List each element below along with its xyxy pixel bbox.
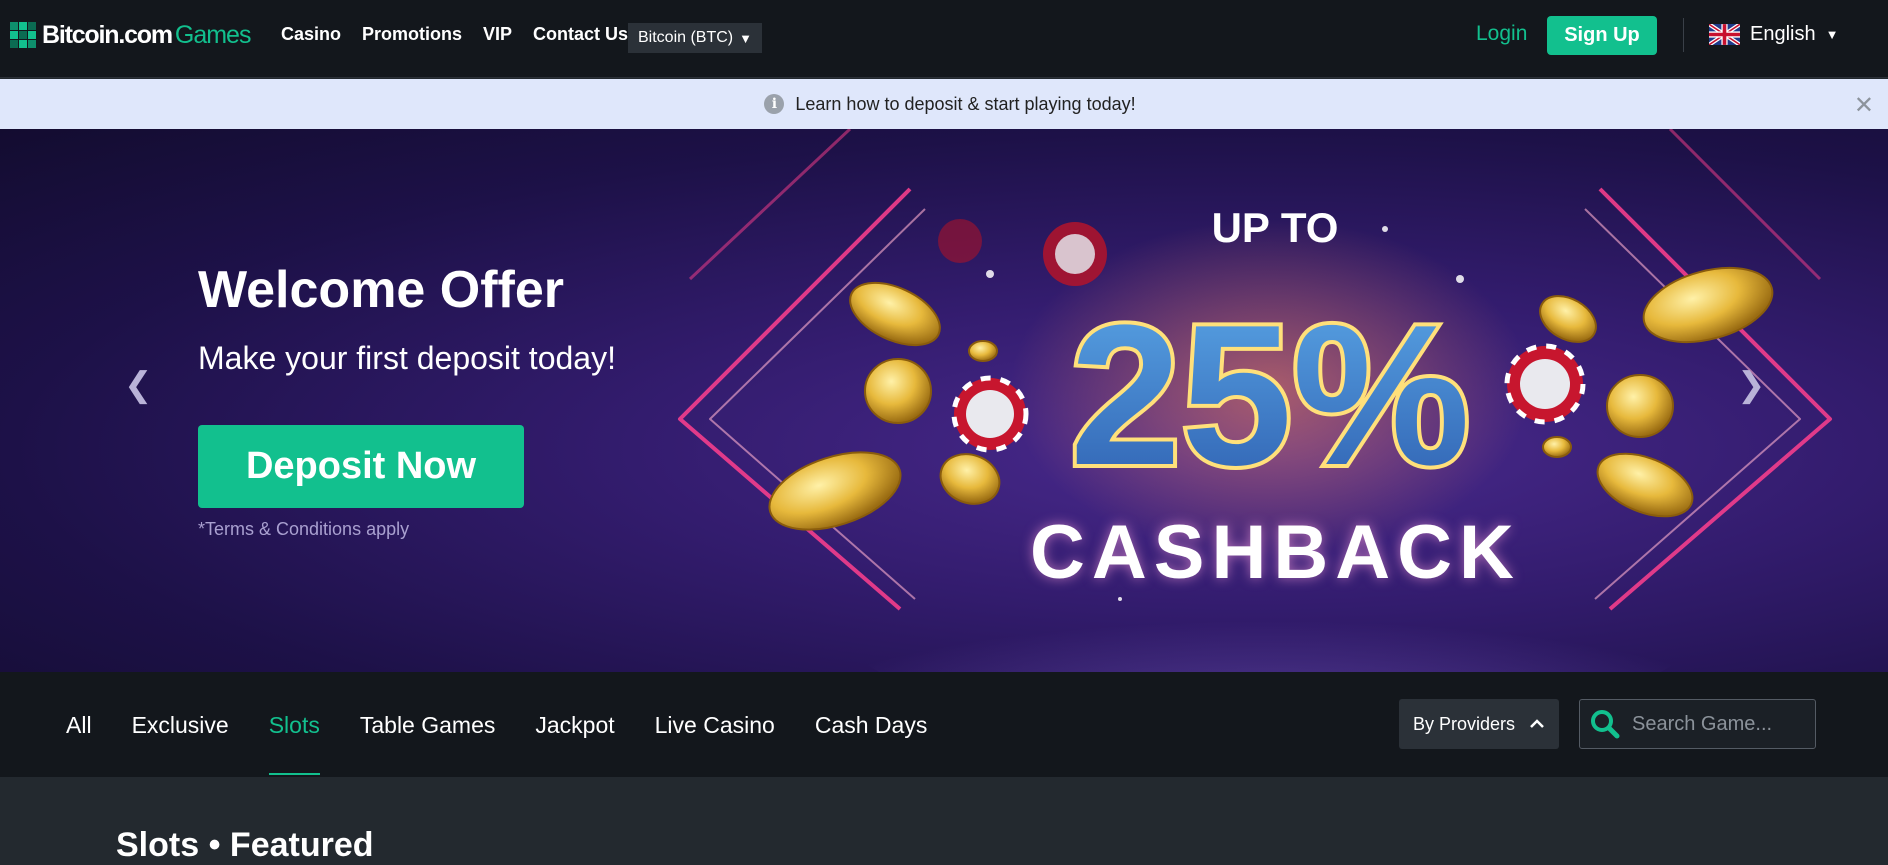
language-label: English bbox=[1750, 23, 1816, 45]
close-icon[interactable]: ✕ bbox=[1854, 91, 1874, 120]
tab-exclusive[interactable]: Exclusive bbox=[132, 712, 229, 739]
search-icon[interactable] bbox=[1590, 709, 1620, 739]
promo-up-to: UP TO bbox=[1211, 204, 1339, 251]
info-icon: i bbox=[764, 94, 785, 114]
top-navbar: Bitcoin.com Games Casino Promotions VIP … bbox=[0, 0, 1888, 78]
nav-divider bbox=[1683, 18, 1684, 52]
search-box bbox=[1579, 699, 1816, 749]
hero-title: Welcome Offer bbox=[198, 261, 565, 319]
signup-button[interactable]: Sign Up bbox=[1547, 16, 1657, 55]
uk-flag-icon bbox=[1709, 24, 1740, 45]
hero-carousel: 25% Welcome Offer Make your first deposi… bbox=[0, 129, 1888, 672]
tab-jackpot[interactable]: Jackpot bbox=[535, 712, 614, 739]
caret-down-icon: ▼ bbox=[1825, 27, 1839, 42]
promo-cashback: CASHBACK bbox=[1030, 510, 1521, 595]
promo-artwork: 25% bbox=[678, 129, 1832, 672]
tab-slots[interactable]: Slots bbox=[268, 712, 321, 775]
providers-label: By Providers bbox=[1412, 713, 1516, 734]
search-input[interactable] bbox=[1632, 712, 1802, 736]
providers-dropdown[interactable]: By Providers bbox=[1399, 699, 1559, 749]
tab-live-casino[interactable]: Live Casino bbox=[655, 712, 775, 739]
brand-name-suffix: Games bbox=[174, 20, 252, 49]
nav-link-vip[interactable]: VIP bbox=[483, 24, 512, 45]
info-banner: i Learn how to deposit & start playing t… bbox=[0, 79, 1888, 129]
tab-table-games[interactable]: Table Games bbox=[360, 712, 496, 739]
brand-logo[interactable]: Bitcoin.com Games bbox=[10, 20, 252, 50]
deposit-now-button[interactable]: Deposit Now bbox=[198, 425, 524, 508]
currency-label: Bitcoin (BTC) bbox=[638, 29, 734, 46]
chevron-right-icon[interactable]: ❯ bbox=[1737, 365, 1766, 405]
language-selector[interactable]: English ▼ bbox=[1709, 23, 1838, 46]
chevron-left-icon[interactable]: ❮ bbox=[124, 365, 153, 405]
category-tabs: All Exclusive Slots Table Games Jackpot … bbox=[66, 712, 967, 775]
nav-link-casino[interactable]: Casino bbox=[281, 24, 341, 45]
login-link[interactable]: Login bbox=[1476, 22, 1527, 46]
terms-link[interactable]: *Terms & Conditions apply bbox=[198, 519, 409, 540]
section-title: Slots • Featured bbox=[116, 826, 374, 864]
currency-selector[interactable]: Bitcoin (BTC) ▼ bbox=[628, 23, 762, 53]
main-nav: Casino Promotions VIP Contact Us bbox=[281, 24, 628, 45]
brand-name: Bitcoin.com bbox=[42, 20, 173, 49]
hero-subtitle: Make your first deposit today! bbox=[198, 340, 616, 376]
nav-link-contact[interactable]: Contact Us bbox=[533, 24, 628, 45]
logo-mark-icon bbox=[10, 22, 36, 48]
chevron-up-icon bbox=[1530, 719, 1544, 728]
promo-value: 25% bbox=[1070, 284, 1470, 507]
game-category-bar: All Exclusive Slots Table Games Jackpot … bbox=[0, 672, 1888, 777]
tab-all[interactable]: All bbox=[66, 712, 92, 739]
nav-link-promotions[interactable]: Promotions bbox=[362, 24, 462, 45]
tab-cash-days[interactable]: Cash Days bbox=[815, 712, 927, 739]
info-banner-text[interactable]: Learn how to deposit & start playing tod… bbox=[795, 94, 1135, 115]
caret-down-icon: ▼ bbox=[739, 30, 752, 46]
